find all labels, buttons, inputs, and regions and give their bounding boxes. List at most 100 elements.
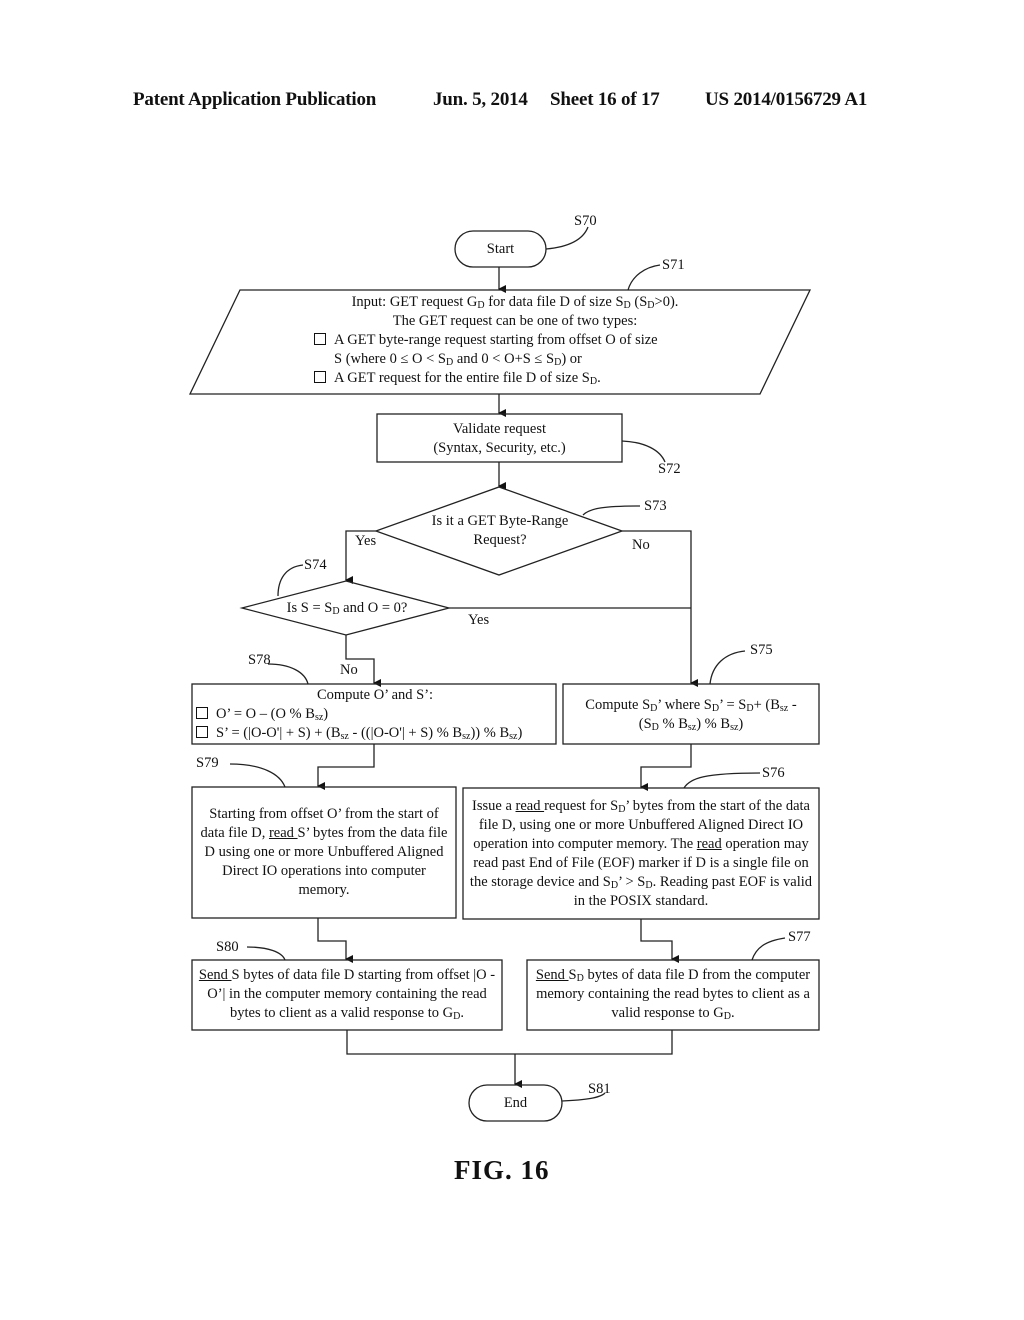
sub: D [332, 606, 340, 617]
bullet-byte-range-cont: S (where 0 ≤ O < SD and 0 < O+S ≤ SD) or [310, 350, 720, 369]
connector-s78-s79 [317, 744, 375, 790]
question-line-1: Is it a GET Byte-Range [431, 513, 569, 529]
bullet-entire-file: A GET request for the entire file D of s… [310, 369, 720, 388]
full-file-question: Is S = SD and O = 0? [262, 599, 432, 618]
text: ’ = S [719, 697, 747, 713]
input-line-1: Input: GET request GD for data file D of… [310, 293, 720, 312]
send-keyword: Send [198, 967, 232, 983]
checkbox-icon [314, 333, 326, 345]
text: and O = 0? [339, 600, 408, 616]
s74-no-label: No [340, 662, 358, 678]
read-keyword: read [515, 798, 545, 814]
input-text: Input: GET request GD for data file D of… [310, 293, 720, 388]
validate-text: Validate request (Syntax, Security, etc.… [377, 420, 622, 458]
end-label: End [503, 1095, 528, 1111]
leader-s76 [683, 772, 761, 789]
sub: D [746, 703, 754, 714]
text: ) % B [696, 716, 731, 732]
text: % B [658, 716, 688, 732]
byte-range-question: Is it a GET Byte-Range Request? [400, 512, 600, 550]
figure-caption: FIG. 16 [454, 1155, 550, 1185]
leader-s80 [246, 946, 286, 961]
sub: D [576, 973, 584, 984]
ref-s76: S76 [762, 765, 785, 781]
text: S’ = (|O-O'| + S) + (B [216, 725, 341, 741]
issue-read-text: Issue a read request for SD’ bytes from … [467, 797, 815, 911]
validate-line-1: Validate request [452, 421, 546, 437]
text: S bytes of data file D starting from off… [207, 967, 496, 1021]
ref-s71: S71 [662, 257, 685, 273]
text: ) [738, 716, 744, 732]
leader-s70 [545, 226, 589, 250]
text: Compute S [585, 697, 651, 713]
s73-no-label: No [632, 537, 650, 553]
text: for data file D of size S [484, 294, 624, 310]
leader-s79 [229, 763, 286, 788]
text: ’ > S [618, 874, 646, 890]
text: Is S = S [286, 600, 333, 616]
checkbox-icon [196, 707, 208, 719]
text: . [730, 1005, 735, 1021]
text: ) or [561, 351, 582, 367]
text: - ((|O-O'| + S) % B [348, 725, 463, 741]
compute-size-line-1: Compute SD’ where SD’ = SD+ (Bsz - [563, 696, 819, 715]
leader-s75 [709, 650, 746, 685]
compute-offsets-text: Compute O’ and S’: O’ = O – (O % Bsz) S’… [196, 686, 554, 743]
text: request for S [544, 798, 619, 814]
connector-s75-s76 [640, 744, 692, 791]
checkbox-icon [196, 726, 208, 738]
checkbox-icon [314, 371, 326, 383]
text: Input: GET request G [351, 294, 478, 310]
text: + (B [753, 697, 780, 713]
text: A GET request for the entire file D of s… [334, 370, 590, 386]
text: . [460, 1005, 464, 1021]
compute-size-text: Compute SD’ where SD’ = SD+ (Bsz - (SD %… [563, 696, 819, 734]
sub: D [610, 880, 619, 891]
formula-s-prime: S’ = (|O-O'| + S) + (Bsz - ((|O-O'| + S)… [196, 724, 554, 743]
s74-yes-label: Yes [468, 612, 490, 628]
ref-s75: S75 [750, 642, 773, 658]
sub: D [723, 1011, 731, 1022]
text: S [568, 967, 577, 983]
ref-s77: S77 [788, 929, 811, 945]
text: and 0 < O+S ≤ S [453, 351, 555, 367]
compute-offsets-title: Compute O’ and S’: [316, 687, 434, 703]
send-keyword: Send [535, 967, 569, 983]
sub: sz [687, 722, 697, 733]
flowchart [188, 226, 820, 1122]
ref-s70: S70 [574, 213, 597, 229]
sub: D [477, 300, 485, 311]
sub: sz [340, 731, 349, 742]
connector-s76-s77 [640, 919, 679, 963]
read-keyword: read [696, 836, 722, 852]
text: ) [517, 725, 523, 741]
text: A GET byte-range request starting from o… [334, 332, 658, 348]
text: . [597, 370, 601, 386]
validate-line-2: (Syntax, Security, etc.) [433, 440, 566, 456]
sub: D [647, 300, 655, 311]
send-full-text: Send SD bytes of data file D from the co… [533, 966, 813, 1023]
text: ) [323, 706, 329, 722]
text: (S [630, 294, 648, 310]
text: )) % B [470, 725, 510, 741]
leader-s71 [627, 264, 661, 291]
s73-yes-label: Yes [355, 533, 377, 549]
formula-o-prime: O’ = O – (O % Bsz) [196, 705, 554, 724]
leader-s78 [267, 663, 309, 685]
sub: D [645, 880, 653, 891]
bullet-byte-range: A GET byte-range request starting from o… [310, 331, 720, 350]
text: >0). [654, 294, 679, 310]
ref-s72: S72 [658, 461, 681, 477]
ref-s81: S81 [588, 1081, 611, 1097]
sub: D [623, 300, 631, 311]
text: Issue a [472, 798, 516, 814]
read-keyword: read [268, 825, 298, 841]
text: - [788, 697, 797, 713]
connector-s79-s80 [317, 918, 353, 963]
sub: D [651, 722, 659, 733]
text: ’ where S [657, 697, 712, 713]
connector-merge-left [346, 1030, 673, 1055]
input-line-2: The GET request can be one of two types: [392, 313, 638, 329]
ref-s74: S74 [304, 557, 327, 573]
start-label: Start [486, 241, 515, 257]
